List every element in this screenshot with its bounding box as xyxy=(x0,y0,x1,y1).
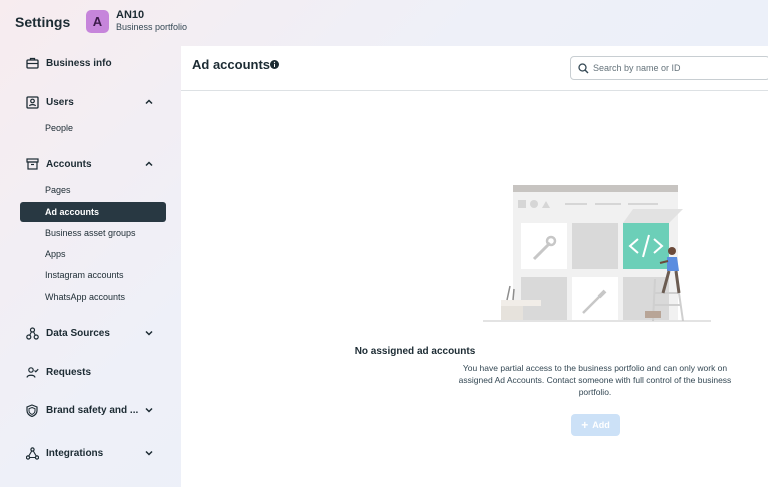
sidebar-item-label: Accounts xyxy=(46,158,92,170)
sidebar-item-label: People xyxy=(45,123,74,133)
sidebar-item-label: Integrations xyxy=(46,447,104,459)
users-icon xyxy=(25,95,39,109)
sidebar-item-label: Ad accounts xyxy=(45,207,100,217)
sidebar-item-instagram-accounts[interactable]: Instagram accounts xyxy=(20,265,166,285)
chevron-up-icon[interactable] xyxy=(144,97,154,107)
settings-title: Settings xyxy=(15,14,71,30)
sidebar-item-label: Business asset groups xyxy=(45,228,136,238)
sidebar-item-label: Data Sources xyxy=(46,327,110,339)
sidebar-item-accounts[interactable]: Accounts xyxy=(20,153,166,175)
top-bar: Settings A AN10 Business portfolio xyxy=(0,0,768,46)
sidebar-item-label: Apps xyxy=(45,249,66,259)
sidebar-item-requests[interactable]: Requests xyxy=(20,361,166,383)
sidebar-item-brand-safety[interactable]: Brand safety and ... xyxy=(20,399,166,421)
sidebar-item-business-info[interactable]: Business info xyxy=(20,52,166,74)
sidebar-item-label: Instagram accounts xyxy=(45,270,124,280)
sidebar-item-label: Users xyxy=(46,96,74,108)
empty-state-description: You have partial access to the business … xyxy=(458,363,732,397)
empty-state-illustration xyxy=(483,185,711,322)
business-subtitle: Business portfolio xyxy=(116,22,188,32)
chevron-down-icon[interactable] xyxy=(144,405,154,415)
sidebar-item-label: Business info xyxy=(46,57,112,69)
archive-icon xyxy=(25,157,39,171)
main-header: Ad accounts xyxy=(181,46,768,91)
sidebar: Business info Users People Accounts Page… xyxy=(0,46,181,487)
page-title: Ad accounts xyxy=(192,57,271,72)
empty-state-title: No assigned ad accounts xyxy=(354,346,476,357)
sidebar-item-people[interactable]: People xyxy=(20,118,166,138)
plus-icon: + xyxy=(581,418,589,432)
data-sources-icon xyxy=(25,326,39,340)
business-avatar[interactable]: A xyxy=(86,10,109,33)
sidebar-item-label: Brand safety and ... xyxy=(46,404,139,416)
business-name[interactable]: AN10 xyxy=(116,9,144,21)
sidebar-item-integrations[interactable]: Integrations xyxy=(20,442,166,464)
user-check-icon xyxy=(25,365,39,379)
sidebar-item-apps[interactable]: Apps xyxy=(20,244,166,264)
sidebar-item-label: Requests xyxy=(46,366,92,378)
search-box[interactable] xyxy=(570,56,768,80)
sidebar-item-label: WhatsApp accounts xyxy=(45,292,126,302)
search-input[interactable] xyxy=(593,59,763,77)
main-panel: Ad accounts Search by name or ID No assi… xyxy=(181,46,768,487)
sidebar-item-whatsapp-accounts[interactable]: WhatsApp accounts xyxy=(20,287,166,307)
sidebar-item-pages[interactable]: Pages xyxy=(20,180,166,200)
sidebar-item-business-asset-groups[interactable]: Business asset groups xyxy=(20,223,166,243)
chevron-up-icon[interactable] xyxy=(144,159,154,169)
info-icon[interactable] xyxy=(270,60,279,69)
sidebar-item-data-sources[interactable]: Data Sources xyxy=(20,322,166,344)
shield-icon xyxy=(25,403,39,417)
integrations-icon xyxy=(25,446,39,460)
chevron-down-icon[interactable] xyxy=(144,448,154,458)
search-icon xyxy=(578,63,589,74)
sidebar-item-label: Pages xyxy=(45,185,71,195)
add-button-label: Add xyxy=(592,420,610,430)
sidebar-item-users[interactable]: Users xyxy=(20,91,166,113)
sidebar-item-ad-accounts[interactable]: Ad accounts xyxy=(20,202,166,222)
add-button[interactable]: + Add xyxy=(571,414,620,436)
briefcase-icon xyxy=(25,56,39,70)
chevron-down-icon[interactable] xyxy=(144,328,154,338)
